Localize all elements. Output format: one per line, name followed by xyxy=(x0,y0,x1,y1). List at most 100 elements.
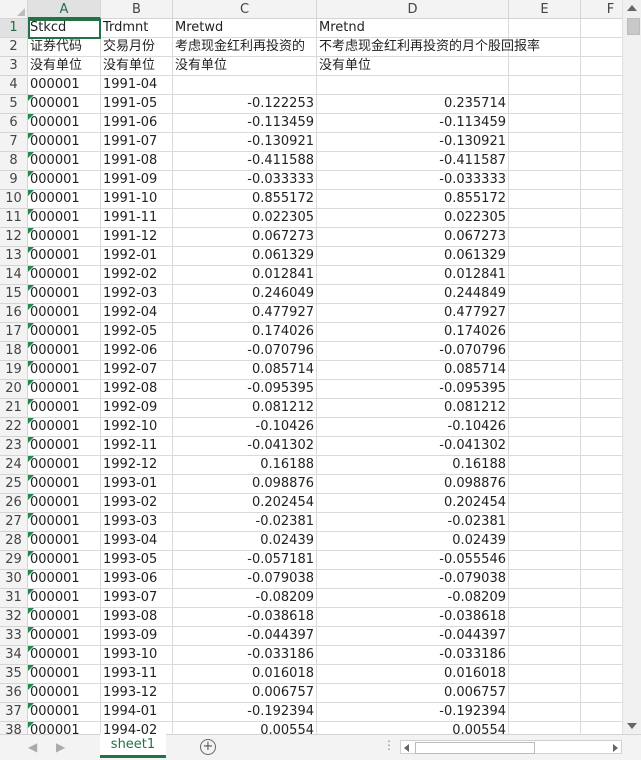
cell-f37[interactable] xyxy=(581,703,622,722)
cell-f1[interactable] xyxy=(581,19,622,38)
cell-b32[interactable]: 1993-08 xyxy=(101,608,173,627)
cell-f30[interactable] xyxy=(581,570,622,589)
cell-b31[interactable]: 1993-07 xyxy=(101,589,173,608)
cell-f22[interactable] xyxy=(581,418,622,437)
cell-b26[interactable]: 1993-02 xyxy=(101,494,173,513)
row-header[interactable]: 30 xyxy=(0,570,28,589)
cell-c7[interactable]: -0.130921 xyxy=(173,133,317,152)
cell-b12[interactable]: 1991-12 xyxy=(101,228,173,247)
spreadsheet-grid[interactable]: ABCDEF 1 Stkcd Trdmnt Mretwd Mretnd 2 证券代码 交易月份… xyxy=(0,0,622,734)
cell-d34[interactable]: -0.033186 xyxy=(317,646,509,665)
cell-d3[interactable]: 没有单位 xyxy=(317,57,509,76)
cell-b25[interactable]: 1993-01 xyxy=(101,475,173,494)
cell-a31[interactable]: 000001 xyxy=(28,589,101,608)
cell-e1[interactable] xyxy=(509,19,581,38)
cell-e18[interactable] xyxy=(509,342,581,361)
cell-b1[interactable]: Trdmnt xyxy=(101,19,173,38)
row-header[interactable]: 29 xyxy=(0,551,28,570)
cell-e8[interactable] xyxy=(509,152,581,171)
cell-d14[interactable]: 0.012841 xyxy=(317,266,509,285)
cell-f33[interactable] xyxy=(581,627,622,646)
row-header[interactable]: 26 xyxy=(0,494,28,513)
cell-e9[interactable] xyxy=(509,171,581,190)
cell-d35[interactable]: 0.016018 xyxy=(317,665,509,684)
cell-d29[interactable]: -0.055546 xyxy=(317,551,509,570)
cell-a32[interactable]: 000001 xyxy=(28,608,101,627)
scroll-down-icon[interactable] xyxy=(627,723,637,729)
cell-f6[interactable] xyxy=(581,114,622,133)
cell-c27[interactable]: -0.02381 xyxy=(173,513,317,532)
cell-d15[interactable]: 0.244849 xyxy=(317,285,509,304)
row-header[interactable]: 20 xyxy=(0,380,28,399)
cell-e15[interactable] xyxy=(509,285,581,304)
cell-f12[interactable] xyxy=(581,228,622,247)
scroll-left-icon[interactable] xyxy=(404,744,409,752)
cell-d1[interactable]: Mretnd xyxy=(317,19,509,38)
row-header[interactable]: 9 xyxy=(0,171,28,190)
cell-d37[interactable]: -0.192394 xyxy=(317,703,509,722)
cell-f2[interactable] xyxy=(581,38,622,57)
cell-c29[interactable]: -0.057181 xyxy=(173,551,317,570)
column-header-e[interactable]: E xyxy=(509,0,581,19)
cell-f10[interactable] xyxy=(581,190,622,209)
cell-d21[interactable]: 0.081212 xyxy=(317,399,509,418)
cell-b22[interactable]: 1992-10 xyxy=(101,418,173,437)
cell-c14[interactable]: 0.012841 xyxy=(173,266,317,285)
cell-c38[interactable]: 0.00554 xyxy=(173,722,317,734)
cell-d5[interactable]: 0.235714 xyxy=(317,95,509,114)
cell-b34[interactable]: 1993-10 xyxy=(101,646,173,665)
cell-b15[interactable]: 1992-03 xyxy=(101,285,173,304)
cell-e37[interactable] xyxy=(509,703,581,722)
cell-a13[interactable]: 000001 xyxy=(28,247,101,266)
row-header[interactable]: 38 xyxy=(0,722,28,734)
row-header[interactable]: 14 xyxy=(0,266,28,285)
row-header[interactable]: 12 xyxy=(0,228,28,247)
cell-f9[interactable] xyxy=(581,171,622,190)
cell-e5[interactable] xyxy=(509,95,581,114)
cell-b9[interactable]: 1991-09 xyxy=(101,171,173,190)
cell-f25[interactable] xyxy=(581,475,622,494)
cell-f19[interactable] xyxy=(581,361,622,380)
cell-f21[interactable] xyxy=(581,399,622,418)
cell-c9[interactable]: -0.033333 xyxy=(173,171,317,190)
cell-d17[interactable]: 0.174026 xyxy=(317,323,509,342)
scroll-right-icon[interactable] xyxy=(613,744,618,752)
column-header-d[interactable]: D xyxy=(317,0,509,19)
cell-e4[interactable] xyxy=(509,76,581,95)
cell-b35[interactable]: 1993-11 xyxy=(101,665,173,684)
cell-f27[interactable] xyxy=(581,513,622,532)
cell-c3[interactable]: 没有单位 xyxy=(173,57,317,76)
nav-left-icon[interactable]: ◀ xyxy=(28,740,37,754)
cell-d18[interactable]: -0.070796 xyxy=(317,342,509,361)
cell-f5[interactable] xyxy=(581,95,622,114)
cell-f24[interactable] xyxy=(581,456,622,475)
cell-b30[interactable]: 1993-06 xyxy=(101,570,173,589)
scroll-up-icon[interactable] xyxy=(627,5,637,11)
cell-b17[interactable]: 1992-05 xyxy=(101,323,173,342)
cell-c6[interactable]: -0.113459 xyxy=(173,114,317,133)
cell-e24[interactable] xyxy=(509,456,581,475)
cell-b11[interactable]: 1991-11 xyxy=(101,209,173,228)
cell-d36[interactable]: 0.006757 xyxy=(317,684,509,703)
row-header[interactable]: 36 xyxy=(0,684,28,703)
row-header[interactable]: 19 xyxy=(0,361,28,380)
row-header[interactable]: 7 xyxy=(0,133,28,152)
row-header[interactable]: 24 xyxy=(0,456,28,475)
cell-e22[interactable] xyxy=(509,418,581,437)
cell-f36[interactable] xyxy=(581,684,622,703)
cell-f31[interactable] xyxy=(581,589,622,608)
cell-b5[interactable]: 1991-05 xyxy=(101,95,173,114)
cell-a2[interactable]: 证券代码 xyxy=(28,38,101,57)
vertical-scrollbar[interactable] xyxy=(622,0,641,734)
nav-right-icon[interactable]: ▶ xyxy=(56,740,65,754)
cell-a18[interactable]: 000001 xyxy=(28,342,101,361)
cell-a19[interactable]: 000001 xyxy=(28,361,101,380)
cell-b16[interactable]: 1992-04 xyxy=(101,304,173,323)
cell-e36[interactable] xyxy=(509,684,581,703)
cell-c5[interactable]: -0.122253 xyxy=(173,95,317,114)
cell-e12[interactable] xyxy=(509,228,581,247)
cell-b38[interactable]: 1994-02 xyxy=(101,722,173,734)
cell-c4[interactable] xyxy=(173,76,317,95)
horizontal-scroll-thumb[interactable] xyxy=(415,742,535,754)
cell-a36[interactable]: 000001 xyxy=(28,684,101,703)
